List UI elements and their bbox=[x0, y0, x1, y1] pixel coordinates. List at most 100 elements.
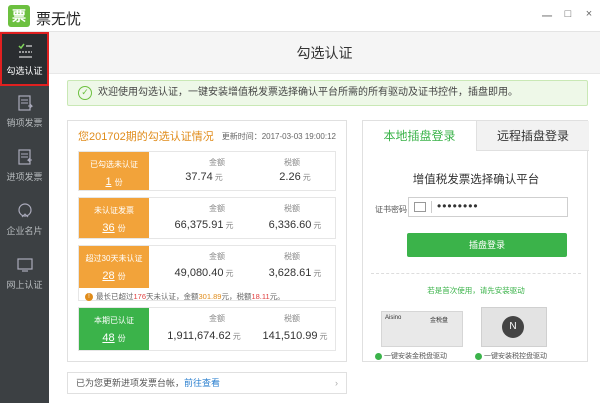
status-badge: 已勾选未认证 1份 bbox=[79, 152, 149, 190]
invoice-out-icon bbox=[17, 95, 33, 111]
sidebar-item-business-card[interactable]: 企业名片 bbox=[0, 194, 49, 248]
update-time: 更新时间：2017-03-03 19:00:12 bbox=[221, 132, 336, 141]
status-count[interactable]: 28 bbox=[102, 270, 114, 282]
keyboard-icon bbox=[414, 202, 426, 212]
status-title: 已勾选未认证 bbox=[90, 160, 138, 169]
page-title: 勾选认证 bbox=[49, 32, 600, 74]
ledger-update-bar: 已为您更新进项发票台帐，前往查看 › bbox=[67, 372, 347, 394]
close-button[interactable]: × bbox=[582, 8, 596, 20]
status-row-over-30-days[interactable]: 超过30天未认证 28 份 金额 税额 49,080.40 元 3,628.61 元 … bbox=[78, 245, 336, 302]
tax-value: 2.26 bbox=[279, 171, 301, 183]
status-title: 本期已认证 bbox=[94, 316, 134, 325]
yuan-unit: 元 bbox=[313, 269, 322, 278]
golden-tax-disk-image: Aisino 金税盘 bbox=[381, 311, 463, 347]
status-badge: 未认证发票 36 份 bbox=[79, 198, 149, 238]
tax-value: 6,336.60 bbox=[268, 219, 312, 231]
check-circle-icon: ✓ bbox=[78, 86, 92, 100]
status-count[interactable]: 48 bbox=[102, 332, 114, 344]
plug-login-button[interactable]: 插盘登录 bbox=[407, 233, 567, 257]
certification-status-panel: 您201702期的勾选认证情况 更新时间：2017-03-03 19:00:12… bbox=[67, 120, 347, 362]
status-badge: 本期已认证 48 份 bbox=[79, 308, 149, 350]
status-count[interactable]: 36 bbox=[102, 222, 114, 234]
yuan-unit: 元 bbox=[319, 332, 328, 341]
status-title: 未认证发票 bbox=[94, 206, 134, 215]
count-unit: 份 bbox=[117, 334, 126, 343]
field-divider bbox=[431, 201, 432, 213]
status-count[interactable]: 1 bbox=[105, 176, 111, 188]
login-panel: 本地插盘登录 远程插盘登录 增值税发票选择确认平台 证书密码 •••••••• … bbox=[362, 120, 589, 362]
status-heading: 您201702期的勾选认证情况 bbox=[78, 131, 214, 143]
invoice-in-icon bbox=[17, 149, 32, 165]
sidebar-item-label: 勾选认证 bbox=[6, 66, 43, 76]
overdue-warning: ! 最长已超过176天未认证，金额301.89元，税额18.11元。 bbox=[85, 291, 285, 302]
tab-remote-login[interactable]: 远程插盘登录 bbox=[476, 121, 589, 151]
amount-value: 1,911,674.62 bbox=[167, 330, 231, 342]
platform-title: 增值税发票选择确认平台 bbox=[412, 174, 540, 186]
count-unit: 份 bbox=[117, 224, 126, 233]
tax-control-disk-image: N bbox=[481, 307, 547, 347]
device-tag: 金税盘 bbox=[430, 318, 449, 324]
warning-icon: ! bbox=[85, 293, 93, 302]
password-field[interactable]: •••••••• bbox=[408, 197, 568, 217]
tax-label: 税额 bbox=[284, 252, 300, 261]
status-title: 超过30天未认证 bbox=[85, 254, 143, 263]
notice-text: 欢迎使用勾选认证，一键安装增值税发票选择确认平台所需的所有驱动及证书控件，插盘即… bbox=[98, 87, 518, 98]
amount-value: 66,375.91 bbox=[174, 219, 224, 231]
tax-label: 税额 bbox=[284, 314, 300, 323]
app-title: 票无忧 bbox=[36, 11, 82, 28]
sidebar-item-sales-invoice[interactable]: 销项发票 bbox=[0, 86, 49, 140]
amount-value: 37.74 bbox=[185, 171, 213, 183]
tax-value: 141,510.99 bbox=[262, 330, 318, 342]
yuan-unit: 元 bbox=[214, 173, 223, 182]
yuan-unit: 元 bbox=[232, 332, 241, 341]
yuan-unit: 元 bbox=[302, 173, 311, 182]
status-row-certified[interactable]: 本期已认证 48 份 金额 税额 1,911,674.62 元 141,510.99… bbox=[78, 307, 336, 351]
device-brand: Aisino bbox=[385, 315, 402, 321]
sidebar-item-label: 销项发票 bbox=[6, 118, 43, 128]
yuan-unit: 元 bbox=[225, 269, 234, 278]
divider bbox=[371, 273, 581, 274]
password-label: 证书密码 bbox=[375, 205, 407, 214]
tax-label: 税额 bbox=[284, 204, 300, 213]
ledger-update-text: 已为您更新进项发票台帐， bbox=[76, 378, 185, 388]
amount-label: 金额 bbox=[209, 314, 225, 323]
install-golden-tax-driver[interactable]: 一键安装金税盘驱动 bbox=[375, 351, 447, 361]
amount-value: 49,080.40 bbox=[174, 267, 224, 279]
sidebar-item-label: 进项发票 bbox=[6, 172, 43, 182]
yuan-unit: 元 bbox=[225, 221, 234, 230]
maximize-button[interactable]: □ bbox=[561, 8, 575, 20]
sidebar-item-online-cert[interactable]: 网上认证 bbox=[0, 248, 49, 302]
chevron-right-icon[interactable]: › bbox=[335, 373, 338, 393]
tax-value: 3,628.61 bbox=[268, 267, 312, 279]
sidebar: 勾选认证 销项发票 进项发票 企业名片 网上认证 bbox=[0, 32, 49, 403]
view-ledger-link[interactable]: 前往查看 bbox=[184, 378, 220, 388]
tab-local-login[interactable]: 本地插盘登录 bbox=[363, 121, 476, 151]
sidebar-item-label: 企业名片 bbox=[6, 226, 43, 236]
sidebar-item-check-cert[interactable]: 勾选认证 bbox=[0, 32, 49, 86]
minimize-button[interactable]: 一 bbox=[540, 8, 554, 24]
status-badge: 超过30天未认证 28 份 bbox=[79, 246, 149, 288]
app-logo: 票 bbox=[8, 5, 30, 27]
count-unit: 份 bbox=[117, 272, 126, 281]
radio-icon bbox=[375, 352, 382, 360]
device-badge: N bbox=[502, 316, 524, 338]
tax-label: 税额 bbox=[284, 158, 300, 167]
first-use-hint[interactable]: 若是首次使用，请先安装驱动 bbox=[363, 285, 589, 296]
count-unit: 份 bbox=[114, 178, 123, 187]
status-row-uncertified[interactable]: 未认证发票 36 份 金额 税额 66,375.91 元 6,336.60 元 bbox=[78, 197, 336, 239]
radio-icon bbox=[475, 352, 482, 360]
sidebar-item-label: 网上认证 bbox=[6, 280, 43, 290]
status-row-selected-uncertified[interactable]: 已勾选未认证 1份 金额 税额 37.74 元 2.26 元 bbox=[78, 151, 336, 191]
password-value: •••••••• bbox=[437, 199, 479, 213]
yuan-unit: 元 bbox=[313, 221, 322, 230]
checklist-icon bbox=[17, 43, 32, 58]
title-bar: 票 票无忧 一 □ × bbox=[0, 0, 600, 32]
install-tax-control-driver[interactable]: 一键安装税控盘驱动 bbox=[475, 351, 547, 361]
amount-label: 金额 bbox=[209, 158, 225, 167]
sidebar-item-purchase-invoice[interactable]: 进项发票 bbox=[0, 140, 49, 194]
online-cert-icon bbox=[16, 258, 33, 272]
amount-label: 金额 bbox=[209, 252, 225, 261]
business-card-icon bbox=[17, 203, 32, 218]
notice-banner: ✓ 欢迎使用勾选认证，一键安装增值税发票选择确认平台所需的所有驱动及证书控件，插… bbox=[67, 80, 588, 106]
amount-label: 金额 bbox=[209, 204, 225, 213]
